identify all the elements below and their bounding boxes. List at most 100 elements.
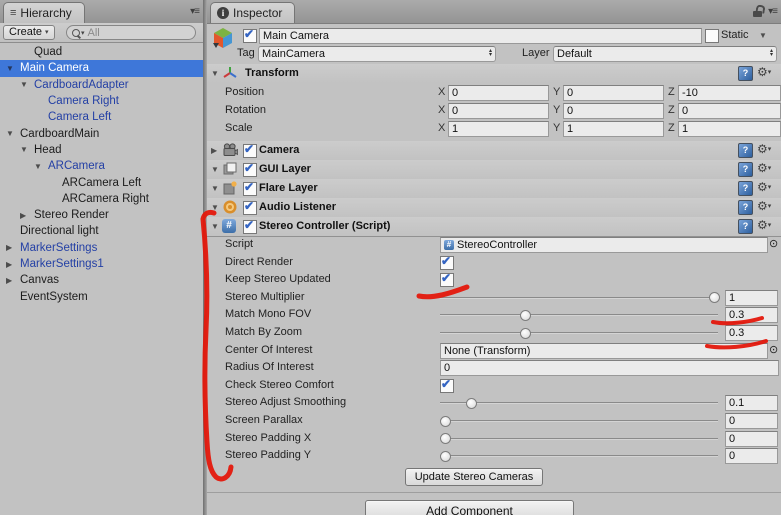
scale-y-field[interactable]: 1 — [563, 120, 664, 137]
hierarchy-item-arcamera-right[interactable]: ARCamera Right — [0, 191, 203, 207]
hierarchy-item-camera-right[interactable]: Camera Right — [0, 93, 203, 109]
help-icon[interactable]: ? — [738, 162, 753, 177]
tab-inspector[interactable]: i Inspector — [210, 2, 296, 23]
slider-value-field[interactable]: 0.3 — [725, 307, 778, 324]
gear-icon[interactable]: ⚙▾ — [757, 65, 771, 79]
slider-track[interactable] — [440, 437, 718, 440]
hierarchy-item-cardboardmain[interactable]: ▼ CardboardMain — [0, 125, 203, 141]
inspector-panel-menu-icon[interactable]: ▾≡ — [768, 6, 778, 17]
foldout-arrow-icon[interactable]: ▼ — [20, 145, 34, 154]
foldout-arrow-icon[interactable]: ▼ — [211, 184, 219, 193]
tag-dropdown[interactable]: MainCamera ▴ ▾ — [258, 46, 496, 62]
scale-z-field[interactable]: 1 — [678, 120, 781, 137]
update-stereo-cameras-button[interactable]: Update Stereo Cameras — [405, 468, 543, 486]
slider-value-field[interactable]: 0.1 — [725, 395, 778, 412]
component-enabled-checkbox[interactable] — [243, 142, 257, 158]
hierarchy-item-stereo-render[interactable]: ▶ Stereo Render — [0, 207, 203, 223]
position-y-field[interactable]: 0 — [563, 84, 664, 101]
slider-value-field[interactable]: 1 — [725, 289, 778, 306]
foldout-arrow-icon[interactable]: ▼ — [6, 64, 20, 73]
property-value-field[interactable]: 0 — [440, 360, 779, 377]
rotation-z-field[interactable]: 0 — [678, 102, 781, 119]
foldout-arrow-icon[interactable]: ▼ — [34, 162, 48, 171]
foldout-arrow-icon[interactable]: ▼ — [20, 80, 34, 89]
scale-x-field[interactable]: 1 — [448, 120, 549, 137]
object-reference-field[interactable]: # StereoController — [440, 237, 768, 253]
property-checkbox[interactable] — [440, 254, 454, 270]
slider-track[interactable] — [440, 314, 718, 317]
slider-value-field[interactable]: 0 — [725, 448, 778, 465]
slider-track[interactable] — [440, 420, 718, 422]
hierarchy-item-arcamera-left[interactable]: ARCamera Left — [0, 174, 203, 190]
hierarchy-item-cardboardadapter[interactable]: ▼ CardboardAdapter — [0, 77, 203, 93]
hierarchy-item-markersettings1[interactable]: ▶ MarkerSettings1 — [0, 256, 203, 272]
layer-dropdown[interactable]: Default ▴ ▾ — [553, 46, 777, 62]
help-icon[interactable]: ? — [738, 200, 753, 215]
hierarchy-item-canvas[interactable]: ▶ Canvas — [0, 272, 203, 288]
rotation-x-field[interactable]: 0 — [448, 102, 549, 119]
slider-handle[interactable] — [520, 309, 532, 321]
component-enabled-checkbox[interactable] — [243, 161, 257, 177]
gear-icon[interactable]: ⚙▾ — [757, 180, 771, 194]
hierarchy-search-input[interactable]: ▾ All — [66, 25, 196, 40]
help-icon[interactable]: ? — [738, 219, 753, 234]
hierarchy-item-directional-light[interactable]: Directional light — [0, 223, 203, 239]
foldout-arrow-icon[interactable]: ▶ — [6, 276, 20, 285]
help-icon[interactable]: ? — [738, 66, 753, 81]
hierarchy-item-main-camera[interactable]: ▼ Main Camera — [0, 60, 203, 77]
object-picker-icon[interactable]: ⊙ — [769, 237, 778, 250]
camera-header[interactable]: ▶ Camera? ⚙▾ — [207, 141, 781, 161]
hierarchy-item-head[interactable]: ▼ Head — [0, 142, 203, 158]
gear-icon[interactable]: ⚙▾ — [757, 199, 771, 213]
position-z-field[interactable]: -10 — [678, 84, 781, 101]
position-x-field[interactable]: 0 — [448, 84, 549, 101]
object-picker-icon[interactable]: ⊙ — [769, 343, 778, 356]
slider-handle[interactable] — [439, 433, 451, 445]
foldout-arrow-icon[interactable]: ▼ — [211, 222, 219, 231]
help-icon[interactable]: ? — [738, 181, 753, 196]
hierarchy-item-quad[interactable]: Quad — [0, 44, 203, 60]
create-button[interactable]: Create ▾ — [3, 25, 55, 40]
transform-header[interactable]: ▼ Transform ? ⚙▾ — [207, 64, 781, 83]
foldout-arrow-icon[interactable]: ▶ — [20, 211, 34, 220]
component-enabled-checkbox[interactable] — [243, 218, 257, 234]
foldout-arrow-icon[interactable]: ▶ — [6, 243, 20, 252]
property-checkbox[interactable] — [440, 377, 454, 393]
help-icon[interactable]: ? — [738, 143, 753, 158]
lock-icon[interactable] — [752, 4, 766, 18]
foldout-arrow-icon[interactable]: ▶ — [211, 146, 217, 155]
tab-hierarchy[interactable]: ≡ Hierarchy — [3, 2, 85, 23]
hierarchy-panel-menu-icon[interactable]: ▾≡ — [190, 6, 200, 17]
gear-icon[interactable]: ⚙▾ — [757, 161, 771, 175]
static-dropdown-icon[interactable]: ▼ — [759, 31, 767, 40]
slider-value-field[interactable]: 0.3 — [725, 325, 778, 341]
component-enabled-checkbox[interactable] — [243, 199, 257, 215]
slider-handle[interactable] — [466, 397, 478, 409]
slider-track[interactable] — [440, 296, 718, 299]
hierarchy-item-camera-left[interactable]: Camera Left — [0, 109, 203, 125]
flare-layer-header[interactable]: ▼ Flare Layer? ⚙▾ — [207, 179, 781, 199]
audio-listener-header[interactable]: ▼ Audio Listener? ⚙▾ — [207, 198, 781, 218]
hierarchy-item-arcamera[interactable]: ▼ ARCamera — [0, 158, 203, 174]
property-checkbox[interactable] — [440, 271, 454, 288]
gameobject-active-checkbox[interactable] — [243, 27, 257, 43]
foldout-arrow-icon[interactable]: ▼ — [6, 129, 20, 138]
slider-handle[interactable] — [439, 415, 451, 427]
slider-track[interactable] — [440, 332, 718, 334]
slider-handle[interactable] — [439, 450, 451, 462]
slider-track[interactable] — [440, 455, 718, 458]
gameobject-name-field[interactable]: Main Camera — [259, 28, 702, 44]
foldout-arrow-icon[interactable]: ▶ — [6, 260, 20, 269]
hierarchy-item-markersettings[interactable]: ▶ MarkerSettings — [0, 240, 203, 256]
component-enabled-checkbox[interactable] — [243, 180, 257, 196]
foldout-arrow-icon[interactable]: ▼ — [211, 165, 219, 174]
gear-icon[interactable]: ⚙▾ — [757, 218, 771, 232]
gear-icon[interactable]: ⚙▾ — [757, 142, 771, 156]
gui-layer-header[interactable]: ▼ GUI Layer? ⚙▾ — [207, 160, 781, 180]
add-component-button[interactable]: Add Component — [365, 500, 574, 515]
foldout-arrow-icon[interactable]: ▼ — [211, 69, 219, 78]
slider-value-field[interactable]: 0 — [725, 413, 778, 429]
static-checkbox[interactable] — [705, 29, 719, 43]
slider-handle[interactable] — [708, 292, 720, 304]
object-reference-field[interactable]: None (Transform) — [440, 342, 768, 359]
